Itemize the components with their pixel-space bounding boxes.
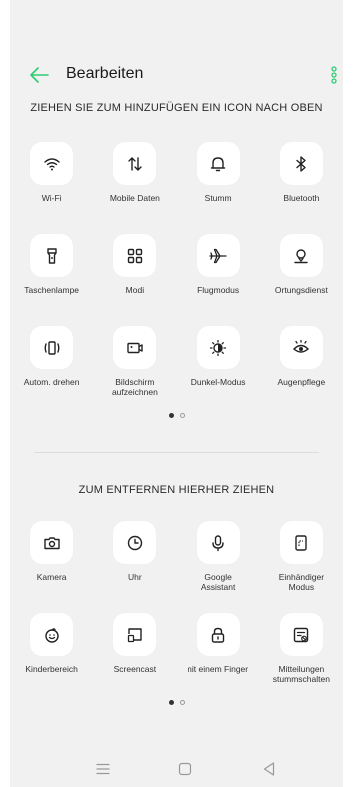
page-dot-active[interactable]: [168, 413, 174, 418]
back-arrow-icon[interactable]: [28, 65, 50, 85]
bluetooth-icon: [296, 155, 307, 172]
page-indicator-bottom: [10, 700, 343, 705]
tile-screencast[interactable]: Screencast: [93, 613, 176, 705]
tile-silent[interactable]: Stumm: [177, 142, 260, 234]
tile-bluetooth[interactable]: Bluetooth: [260, 142, 343, 234]
tile-location[interactable]: Ortungsdienst: [260, 234, 343, 326]
tile-clock[interactable]: Uhr: [93, 521, 176, 613]
divider: [34, 452, 319, 453]
tile-eye-care[interactable]: Augenpflege: [260, 326, 343, 418]
page-indicator: [10, 413, 343, 418]
back-icon[interactable]: [260, 760, 278, 778]
tile-flashlight[interactable]: Taschenlampe: [10, 234, 93, 326]
kids-space-icon: [44, 627, 59, 643]
wifi-icon: [43, 157, 60, 170]
one-hand-icon: [295, 534, 308, 551]
tile-kids-space[interactable]: Kinderbereich: [10, 613, 93, 705]
page-dot[interactable]: [179, 413, 185, 418]
tile-label: Bildschirm aufzeichnen: [111, 377, 158, 397]
eye-care-icon: [293, 339, 310, 353]
tile-screen-record[interactable]: Bildschirm aufzeichnen: [93, 326, 176, 418]
location-icon: [294, 248, 309, 263]
tile-mute-notifications[interactable]: Mitteilungen stummschalten: [260, 613, 343, 705]
tile-label: Mitteilungen stummschalten: [272, 664, 330, 684]
tile-google-assistant[interactable]: Google Assistant: [177, 521, 260, 613]
tile-airplane[interactable]: Flugmodus: [177, 234, 260, 326]
clock-icon: [127, 535, 143, 550]
tile-label: Flugmodus: [197, 285, 240, 295]
auto-rotate-icon: [44, 340, 60, 355]
tile-one-hand-mode[interactable]: Einhändiger Modus: [260, 521, 343, 613]
tile-modes[interactable]: Modi: [93, 234, 176, 326]
tile-label: Einhändiger Modus: [278, 572, 325, 592]
quick-settings-edit-screen: Bearbeiten ZIEHEN SIE ZUM HINZUFÜGEN EIN…: [10, 0, 343, 787]
tile-label: Bluetooth: [283, 193, 320, 203]
tile-dark-mode[interactable]: Dunkel-Modus: [177, 326, 260, 418]
tile-label: Modi: [125, 285, 145, 295]
tile-one-finger-screen[interactable]: Bildschirm mit einem Finger: [177, 613, 260, 705]
header: Bearbeiten: [10, 62, 343, 88]
notification-mute-icon: [294, 627, 309, 642]
add-section-label: ZIEHEN SIE ZUM HINZUFÜGEN EIN ICON NACH …: [30, 102, 323, 114]
screencast-icon: [127, 627, 142, 642]
tile-label: Dunkel-Modus: [190, 377, 246, 387]
tile-wifi[interactable]: Wi-Fi: [10, 142, 93, 234]
airplane-icon: [209, 248, 227, 263]
flashlight-icon: [46, 247, 57, 264]
tile-label: Screencast: [113, 664, 157, 674]
tile-mobile-data[interactable]: Mobile Daten: [93, 142, 176, 234]
tile-label: Google Assistant: [200, 572, 236, 592]
lock-icon: [211, 627, 225, 643]
more-options-icon[interactable]: [330, 66, 338, 84]
modes-icon: [127, 248, 143, 263]
dark-mode-icon: [209, 339, 227, 356]
tile-label: Ortungsdienst: [274, 285, 328, 295]
page-title: Bearbeiten: [66, 65, 144, 82]
tile-label: Autom. drehen: [23, 377, 80, 387]
tile-label: Kamera: [36, 572, 67, 582]
home-icon[interactable]: [176, 760, 194, 778]
menu-icon[interactable]: [94, 760, 112, 778]
tile-label: Taschenlampe: [24, 285, 80, 295]
mobile-data-icon: [128, 156, 142, 171]
page-dot[interactable]: [179, 700, 185, 705]
tile-camera[interactable]: Kamera: [10, 521, 93, 613]
available-tiles-grid: Wi-Fi Mobile Daten Stumm Bluetooth Tasch…: [10, 142, 343, 418]
tile-label: Bildschirm mit einem Finger: [188, 664, 249, 674]
camera-icon: [43, 536, 60, 549]
system-navigation-bar: [10, 760, 343, 782]
tile-auto-rotate[interactable]: Autom. drehen: [10, 326, 93, 418]
bell-icon: [210, 156, 226, 171]
screen-record-icon: [127, 342, 143, 353]
tile-label: Uhr: [128, 572, 142, 582]
microphone-icon: [212, 534, 224, 551]
tile-label: Stumm: [204, 193, 232, 203]
tile-label: Mobile Daten: [109, 193, 160, 203]
page-dot-active[interactable]: [168, 700, 174, 705]
tile-label: Augenpflege: [277, 377, 326, 387]
tile-label: Wi-Fi: [41, 193, 62, 203]
remove-section-label: ZUM ENTFERNEN HIERHER ZIEHEN: [78, 484, 275, 496]
active-tiles-grid: Kamera Uhr Google Assistant Einhändiger …: [10, 521, 343, 705]
tile-label: Kinderbereich: [25, 664, 78, 674]
